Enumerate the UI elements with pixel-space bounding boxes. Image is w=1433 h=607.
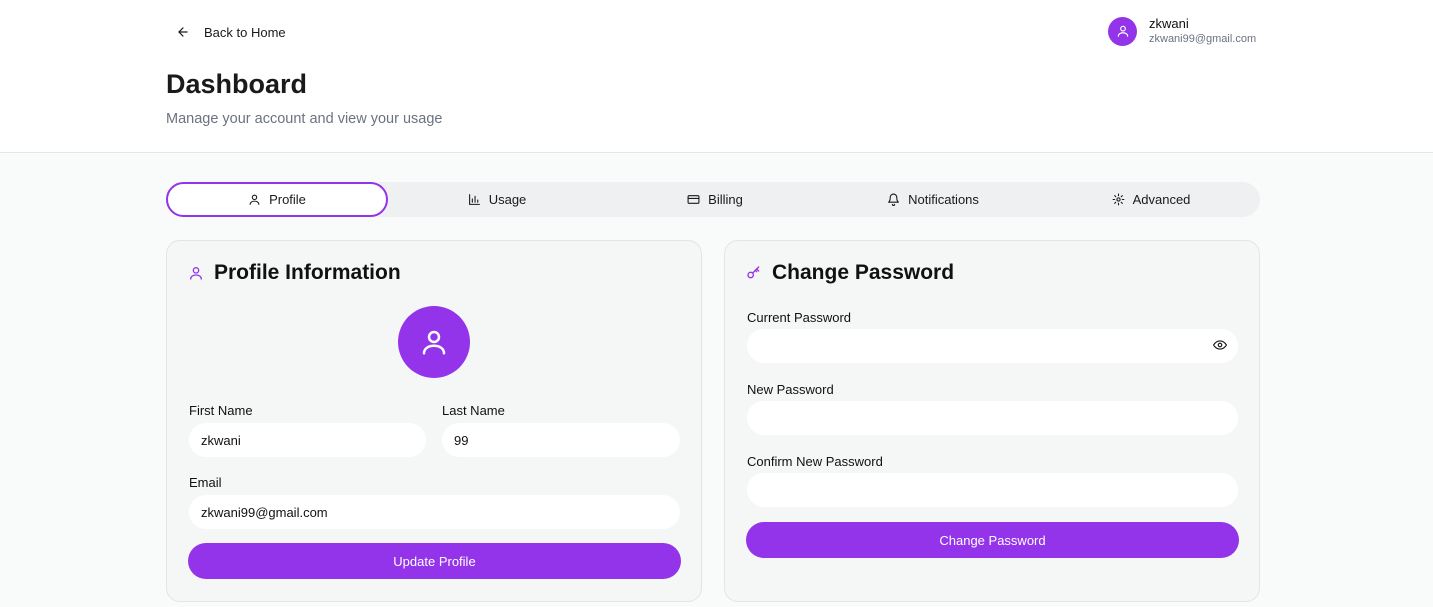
change-password-card: Change Password Current Password New Pas… bbox=[724, 240, 1260, 602]
user-info: zkwani zkwani99@gmail.com bbox=[1149, 16, 1256, 46]
last-name-field[interactable] bbox=[442, 423, 680, 457]
new-password-field[interactable] bbox=[747, 401, 1238, 435]
user-menu[interactable]: zkwani zkwani99@gmail.com bbox=[1108, 16, 1256, 46]
profile-title-text: Profile Information bbox=[214, 261, 401, 284]
update-profile-button[interactable]: Update Profile bbox=[188, 543, 681, 579]
tab-label: Billing bbox=[708, 192, 743, 207]
tab-bar: Profile Usage Billing Notifications Adva… bbox=[166, 182, 1260, 217]
confirm-password-label: Confirm New Password bbox=[747, 454, 883, 469]
tab-label: Usage bbox=[488, 192, 527, 207]
tab-label: Profile bbox=[269, 192, 306, 207]
current-password-field[interactable] bbox=[747, 329, 1238, 363]
email-field[interactable] bbox=[189, 495, 680, 529]
tab-profile[interactable]: Profile bbox=[166, 182, 388, 217]
tab-label: Notifications bbox=[908, 192, 979, 207]
user-icon bbox=[1117, 25, 1128, 37]
eye-icon[interactable] bbox=[1213, 338, 1227, 352]
last-name-label: Last Name bbox=[442, 403, 505, 418]
tab-label: Advanced bbox=[1132, 192, 1191, 207]
user-icon bbox=[190, 267, 202, 280]
arrow-left-icon bbox=[178, 27, 188, 37]
tab-billing[interactable]: Billing bbox=[606, 182, 824, 217]
credit-card-icon bbox=[687, 195, 700, 204]
avatar bbox=[1108, 16, 1137, 46]
tab-advanced[interactable]: Advanced bbox=[1042, 182, 1260, 217]
current-password-label: Current Password bbox=[747, 310, 852, 325]
confirm-password-field[interactable] bbox=[747, 473, 1238, 507]
key-icon bbox=[747, 266, 760, 279]
gear-icon bbox=[1112, 193, 1125, 206]
change-password-button[interactable]: Change Password bbox=[746, 522, 1239, 558]
user-icon bbox=[249, 194, 260, 205]
page-header: Back to Home zkwani zkwani99@gmail.com D… bbox=[0, 0, 1433, 153]
tab-usage[interactable]: Usage bbox=[388, 182, 606, 217]
back-label: Back to Home bbox=[204, 24, 286, 40]
user-icon bbox=[422, 330, 446, 355]
profile-avatar bbox=[398, 306, 470, 378]
profile-card-title: Profile Information bbox=[188, 261, 401, 285]
page-subtitle: Manage your account and view your usage bbox=[166, 111, 443, 127]
user-email: zkwani99@gmail.com bbox=[1149, 33, 1257, 45]
profile-card: Profile Information First Name Last Name… bbox=[166, 240, 702, 602]
user-name: zkwani bbox=[1149, 16, 1189, 31]
password-card-title: Change Password bbox=[746, 261, 954, 285]
bell-icon bbox=[888, 193, 900, 206]
bar-chart-icon bbox=[468, 194, 480, 205]
first-name-label: First Name bbox=[189, 403, 253, 418]
page-title: Dashboard bbox=[166, 69, 308, 99]
new-password-label: New Password bbox=[747, 382, 834, 397]
first-name-field[interactable] bbox=[189, 423, 426, 457]
back-to-home-link[interactable]: Back to Home bbox=[166, 20, 296, 44]
password-title-text: Change Password bbox=[772, 261, 955, 284]
tab-notifications[interactable]: Notifications bbox=[824, 182, 1042, 217]
email-label: Email bbox=[189, 475, 222, 490]
